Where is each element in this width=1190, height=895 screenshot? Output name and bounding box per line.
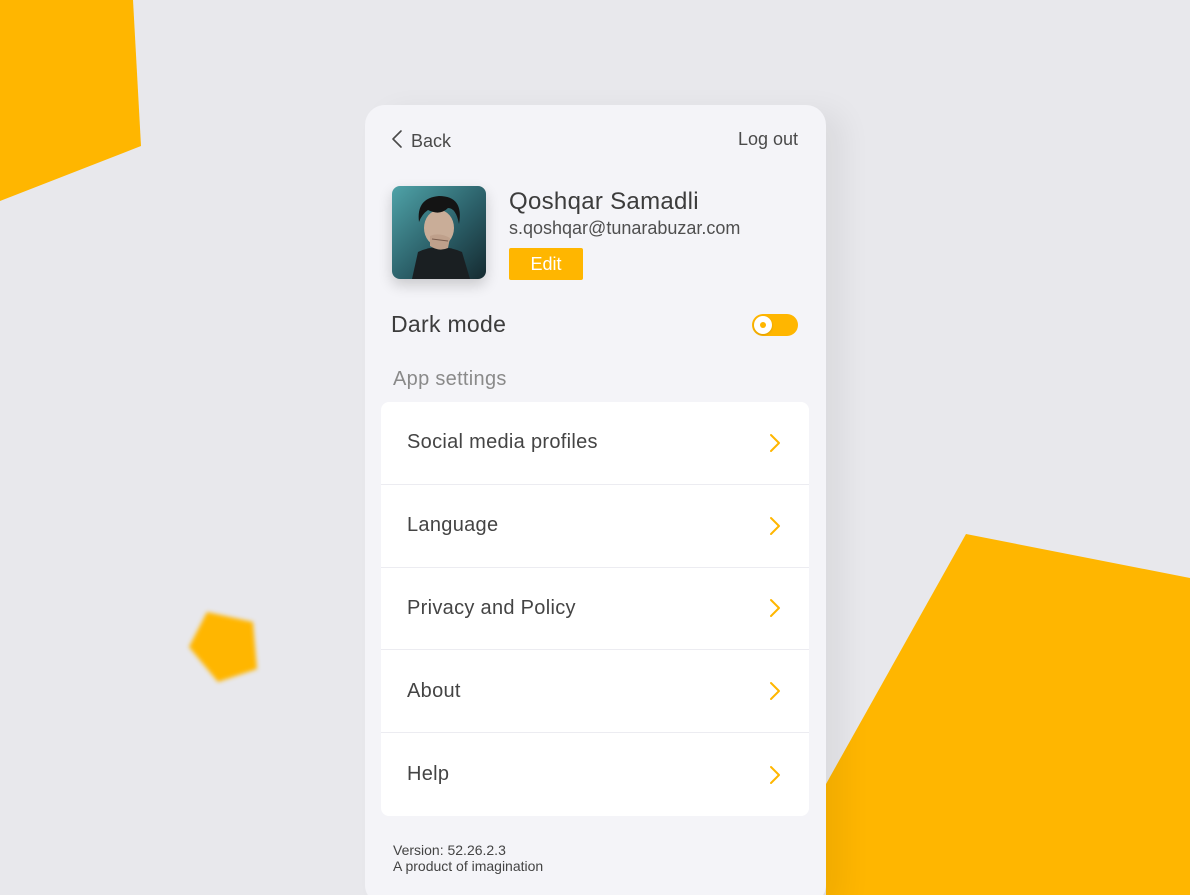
chevron-right-icon [769, 516, 781, 536]
dark-mode-toggle[interactable] [752, 314, 798, 336]
menu-item-label: Social media profiles [407, 431, 598, 454]
edit-profile-button[interactable]: Edit [509, 248, 583, 280]
chevron-right-icon [769, 681, 781, 701]
menu-item-label: About [407, 679, 461, 702]
menu-item-label: Language [407, 514, 499, 537]
menu-item-label: Privacy and Policy [407, 596, 576, 619]
profile-email: s.qoshqar@tunarabuzar.com [509, 218, 741, 238]
menu-item-social-media-profiles[interactable]: Social media profiles [381, 402, 809, 485]
menu-item-about[interactable]: About [381, 650, 809, 734]
chevron-right-icon [769, 765, 781, 785]
menu-item-language[interactable]: Language [381, 485, 809, 568]
top-bar: Back Log out [391, 129, 798, 153]
menu-item-label: Help [407, 763, 450, 786]
chevron-right-icon [769, 433, 781, 453]
decor-pentagon [189, 612, 257, 682]
chevron-left-icon [391, 129, 403, 154]
settings-card: Back Log out Qoshqar Samadli s.qoshqar@t… [365, 105, 826, 895]
menu-item-privacy-and-policy[interactable]: Privacy and Policy [381, 568, 809, 651]
profile-name: Qoshqar Samadli [509, 188, 699, 215]
tagline-text: A product of imagination [393, 858, 544, 874]
settings-menu: Social media profiles Language Privacy a… [381, 402, 809, 816]
version-text: Version: 52.26.2.3 [393, 842, 506, 858]
avatar[interactable] [392, 186, 486, 279]
logout-button[interactable]: Log out [738, 129, 798, 150]
dark-mode-label: Dark mode [391, 311, 507, 337]
app-settings-heading: App settings [393, 368, 507, 390]
back-label: Back [411, 131, 452, 151]
menu-item-help[interactable]: Help [381, 733, 809, 816]
profile-section: Qoshqar Samadli s.qoshqar@tunarabuzar.co… [392, 186, 802, 281]
chevron-right-icon [769, 598, 781, 618]
decor-shape-bottom-right [826, 534, 1190, 895]
dark-mode-row: Dark mode [391, 311, 798, 341]
sun-icon [760, 322, 766, 328]
toggle-knob [754, 316, 772, 334]
decor-shape-top-left [0, 0, 141, 201]
back-button[interactable]: Back [391, 129, 451, 154]
app-footer: Version: 52.26.2.3 A product of imaginat… [393, 842, 543, 874]
